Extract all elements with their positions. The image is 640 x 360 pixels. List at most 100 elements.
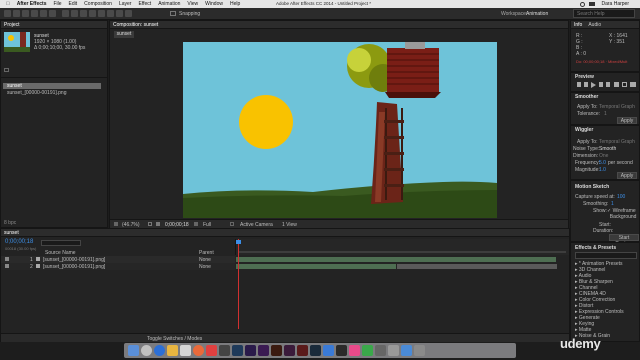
firefox-icon[interactable] [193, 345, 204, 356]
project-search-icon[interactable] [4, 68, 9, 72]
search-help-input[interactable]: Search Help [573, 9, 635, 18]
pan-behind-tool-icon[interactable] [49, 10, 56, 17]
timeline-timecode[interactable]: 0;00;00;18 [5, 239, 33, 245]
layer-row[interactable]: 1 [sunset_[00000-00191].png] None [1, 256, 235, 263]
comp-subtab-sunset[interactable]: sunset [114, 31, 134, 38]
time-ruler[interactable] [235, 239, 569, 255]
mail-icon[interactable] [167, 345, 178, 356]
wiggler-dimension-select[interactable]: One [599, 153, 608, 159]
trash-icon[interactable] [414, 345, 425, 356]
user-name[interactable]: Dara Harper [601, 1, 629, 7]
menu-file[interactable]: File [53, 1, 61, 7]
rectangle-tool-icon[interactable] [62, 10, 69, 17]
effects-search-input[interactable] [575, 252, 637, 259]
indesign-icon[interactable] [284, 345, 295, 356]
zoom-tool-icon[interactable] [22, 10, 29, 17]
safari-icon[interactable] [154, 345, 165, 356]
playhead[interactable] [238, 239, 239, 329]
pen-tool-icon[interactable] [71, 10, 78, 17]
preview-app-icon[interactable] [388, 345, 399, 356]
next-frame-icon[interactable] [599, 82, 603, 87]
eye-icon[interactable] [5, 264, 9, 268]
acrobat-icon[interactable] [297, 345, 308, 356]
layer-parent-select[interactable]: None [199, 264, 211, 270]
layer-name[interactable]: [sunset_[00000-00191].png] [43, 264, 105, 270]
wiggler-apply-button[interactable]: Apply [617, 172, 637, 179]
finder-icon[interactable] [128, 345, 139, 356]
tab-audio[interactable]: Audio [588, 22, 601, 28]
tab-composition[interactable]: Composition: sunset [113, 22, 158, 28]
camera-icon[interactable] [194, 222, 198, 226]
smoother-apply-button[interactable]: Apply [617, 117, 637, 124]
hand-tool-icon[interactable] [13, 10, 20, 17]
last-frame-icon[interactable] [606, 82, 610, 87]
project-bpc[interactable]: 8 bpc [4, 220, 16, 226]
grid-toggle-icon[interactable] [148, 222, 152, 226]
messages-icon[interactable] [362, 345, 373, 356]
terminal-icon[interactable] [219, 345, 230, 356]
app-icon-red[interactable] [206, 345, 217, 356]
eye-icon[interactable] [5, 257, 9, 261]
menu-help[interactable]: Help [230, 1, 240, 7]
clone-tool-icon[interactable] [98, 10, 105, 17]
snapping-checkbox[interactable] [170, 11, 176, 16]
work-area-bar[interactable] [238, 251, 566, 253]
region-of-interest-icon[interactable] [230, 222, 234, 226]
play-icon[interactable] [591, 82, 596, 88]
roto-tool-icon[interactable] [116, 10, 123, 17]
timeline-search-input[interactable] [41, 240, 81, 246]
loop-icon[interactable] [622, 82, 627, 87]
smoother-tolerance-value[interactable]: 1 [604, 111, 607, 117]
comp-viewer-canvas[interactable] [183, 42, 497, 218]
project-row-sequence[interactable]: sunset_[00000-00191].png [7, 90, 67, 96]
wiggler-magnitude-value[interactable]: 1.0 [599, 167, 606, 173]
menu-effect[interactable]: Effect [138, 1, 151, 7]
toggle-switches-modes[interactable]: Toggle Switches / Modes [147, 336, 202, 342]
illustrator-icon[interactable] [271, 345, 282, 356]
wiggler-noise-select[interactable]: Smooth [599, 146, 616, 152]
eraser-tool-icon[interactable] [107, 10, 114, 17]
menu-edit[interactable]: Edit [69, 1, 78, 7]
search-icon[interactable] [580, 1, 586, 7]
brush-tool-icon[interactable] [89, 10, 96, 17]
smoothing-value[interactable]: 1 [611, 201, 614, 207]
workspace-select[interactable]: Animation [526, 11, 548, 17]
background-checkbox[interactable]: Background [607, 214, 637, 220]
menu-composition[interactable]: Composition [84, 1, 112, 7]
always-preview-icon[interactable] [114, 222, 118, 226]
launchpad-icon[interactable] [141, 345, 152, 356]
prev-frame-icon[interactable] [584, 82, 588, 87]
rotate-tool-icon[interactable] [31, 10, 38, 17]
calendar-icon[interactable] [180, 345, 191, 356]
project-row-sunset[interactable]: sunset [3, 83, 101, 89]
start-capture-button[interactable]: Start Capture [609, 234, 639, 247]
wiggler-frequency-value[interactable]: 5.0 [599, 160, 606, 166]
photoshop-icon[interactable] [232, 345, 243, 356]
menu-animation[interactable]: Animation [158, 1, 180, 7]
menu-window[interactable]: Window [205, 1, 223, 7]
after-effects-icon[interactable] [258, 345, 269, 356]
camera-tool-icon[interactable] [40, 10, 47, 17]
first-frame-icon[interactable] [577, 82, 581, 87]
audio-icon[interactable] [614, 82, 619, 87]
layer-bar[interactable] [236, 257, 556, 262]
capture-speed-value[interactable]: 100 [617, 194, 625, 200]
app-store-icon[interactable] [323, 345, 334, 356]
layer-bar[interactable] [236, 264, 396, 269]
menu-layer[interactable]: Layer [119, 1, 132, 7]
media-encoder-icon[interactable] [310, 345, 321, 356]
puppet-tool-icon[interactable] [125, 10, 132, 17]
current-time-indicator[interactable] [236, 240, 241, 244]
tab-timeline-sunset[interactable]: sunset [4, 230, 19, 236]
type-tool-icon[interactable] [80, 10, 87, 17]
layer-row[interactable]: 2 [sunset_[00000-00191].png] None [1, 263, 235, 270]
tab-project[interactable]: Project [4, 22, 20, 28]
itunes-icon[interactable] [349, 345, 360, 356]
layer-bar-trimmed[interactable] [397, 264, 557, 269]
ram-preview-icon[interactable] [630, 82, 636, 87]
apple-icon[interactable]:  [6, 1, 10, 7]
wiggler-apply-select[interactable]: Temporal Graph [599, 139, 635, 145]
selection-tool-icon[interactable] [4, 10, 11, 17]
system-prefs-icon[interactable] [375, 345, 386, 356]
tab-info[interactable]: Info [574, 22, 582, 28]
